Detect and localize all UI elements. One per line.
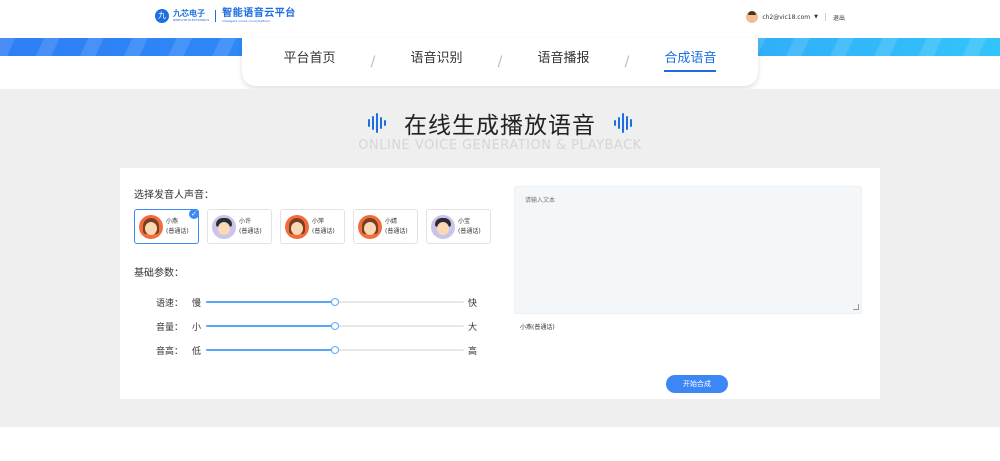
- slider-handle[interactable]: [331, 298, 339, 306]
- slider-label: 音量：: [156, 322, 184, 333]
- slider-max-label: 大: [468, 322, 478, 333]
- voice-dialect: (普通话): [239, 227, 262, 235]
- nav-item-broadcast[interactable]: 语音播报: [537, 38, 589, 86]
- voice-option[interactable]: 小宝 (普通话): [426, 209, 491, 244]
- voice-dialect: (普通话): [385, 227, 408, 235]
- avatar: [358, 214, 382, 239]
- voice-list: ✓ 小燕 (普通话) 小许 (普通话) 小萍 (普通话) 小婧 (普通话) 小宝…: [134, 209, 491, 244]
- slider-max-label: 高: [468, 346, 478, 357]
- voice-option[interactable]: 小萍 (普通话): [280, 209, 345, 244]
- params-section-label: 基础参数：: [134, 268, 184, 279]
- resize-handle-icon[interactable]: [853, 304, 859, 310]
- voice-section-label: 选择发音人声音：: [134, 190, 214, 201]
- param-sliders: 语速： 慢 快 音量： 小 大 音高： 低 高: [156, 290, 477, 362]
- brand-name: 九芯电子: [173, 9, 205, 18]
- slider-track[interactable]: [206, 322, 464, 330]
- avatar: [212, 214, 236, 239]
- slider-track[interactable]: [206, 346, 464, 354]
- logo-divider: [215, 10, 217, 22]
- voice-dialect: (普通话): [458, 227, 481, 235]
- check-icon: ✓: [189, 209, 199, 219]
- voice-option[interactable]: 小许 (普通话): [207, 209, 272, 244]
- voice-dialect: (普通话): [166, 227, 189, 235]
- top-header: 九 九芯电子 NINECHIP ELECTRONICS 智能语音云平台 Inte…: [0, 0, 1000, 38]
- speed-slider: 语速： 慢 快: [156, 290, 477, 314]
- slider-handle[interactable]: [331, 322, 339, 330]
- voice-option[interactable]: 小婧 (普通话): [353, 209, 418, 244]
- text-input[interactable]: [514, 186, 862, 314]
- avatar: [431, 214, 455, 239]
- user-email[interactable]: ch2@vic18.com: [762, 14, 810, 21]
- page-heading: 在线生成播放语音 ONLINE VOICE GENERATION & PLAYB…: [0, 106, 1000, 153]
- slider-label: 语速：: [156, 298, 184, 309]
- nav-separator: /: [497, 54, 503, 70]
- voice-name: 小燕: [166, 217, 179, 225]
- brand-name-en: NINECHIP ELECTRONICS: [173, 18, 210, 22]
- slider-max-label: 快: [468, 298, 478, 309]
- avatar: [285, 214, 309, 239]
- platform-title: 智能语音云平台: [222, 8, 296, 19]
- voice-name: 小婧: [385, 217, 398, 225]
- selected-voice-label: 小燕(普通话): [520, 324, 555, 331]
- slider-min-label: 低: [192, 346, 202, 357]
- slider-min-label: 小: [192, 322, 202, 333]
- sound-wave-icon: [368, 113, 386, 133]
- nav-item-recognition[interactable]: 语音识别: [411, 38, 463, 86]
- sound-wave-icon: [614, 113, 632, 133]
- slider-handle[interactable]: [331, 346, 339, 354]
- page-title: 在线生成播放语音: [404, 113, 596, 139]
- main-nav: 平台首页 / 语音识别 / 语音播报 / 合成语音: [242, 38, 758, 86]
- avatar[interactable]: [746, 11, 759, 23]
- slider-label: 音高：: [156, 346, 184, 357]
- page-subtitle: ONLINE VOICE GENERATION & PLAYBACK: [358, 138, 642, 153]
- voice-name: 小萍: [312, 217, 325, 225]
- slider-min-label: 慢: [192, 298, 202, 309]
- user-menu: ch2@vic18.com ▼ 退出: [746, 11, 845, 23]
- pitch-slider: 音高： 低 高: [156, 338, 477, 362]
- platform-title-en: Intelligent online cloud platform: [222, 19, 271, 23]
- voice-name: 小许: [239, 217, 252, 225]
- voice-name: 小宝: [458, 217, 471, 225]
- voice-option[interactable]: ✓ 小燕 (普通话): [134, 209, 199, 244]
- logo-icon: 九: [155, 9, 169, 23]
- synthesis-panel: 选择发音人声音： ✓ 小燕 (普通话) 小许 (普通话) 小萍 (普通话) 小婧…: [120, 168, 880, 399]
- start-synthesis-button[interactable]: 开始合成: [666, 375, 728, 393]
- voice-dialect: (普通话): [312, 227, 335, 235]
- logo[interactable]: 九 九芯电子 NINECHIP ELECTRONICS 智能语音云平台 Inte…: [155, 9, 296, 23]
- volume-slider: 音量： 小 大: [156, 314, 477, 338]
- nav-item-home[interactable]: 平台首页: [284, 38, 336, 86]
- avatar: [139, 214, 163, 239]
- chevron-down-icon[interactable]: ▼: [814, 14, 818, 20]
- nav-separator: /: [624, 54, 630, 70]
- nav-separator: /: [370, 54, 376, 70]
- user-divider: [824, 13, 826, 21]
- slider-track[interactable]: [206, 298, 464, 306]
- logout-link[interactable]: 退出: [833, 13, 845, 22]
- nav-item-synthesis[interactable]: 合成语音: [664, 38, 717, 86]
